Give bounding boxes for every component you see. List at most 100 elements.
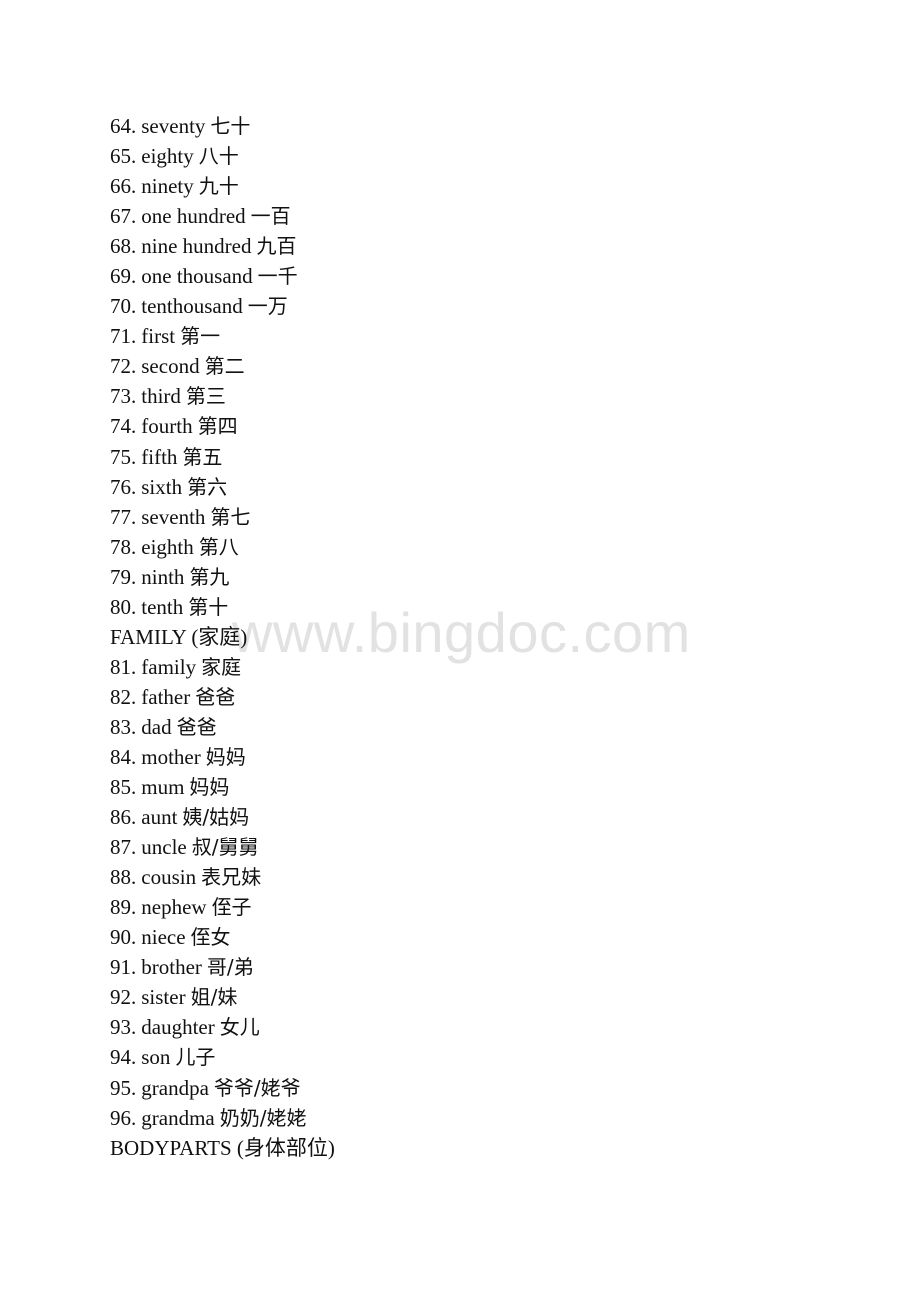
english-word: nephew [141, 895, 207, 920]
vocab-item: 92. sister 姐/妹 [110, 982, 335, 1012]
english-word: grandma [141, 1105, 215, 1130]
vocab-item: 84. mother 妈妈 [110, 742, 335, 772]
chinese-translation: 八十 [198, 144, 239, 169]
vocab-item: 69. one thousand 一千 [110, 261, 335, 291]
chinese-translation: 侄子 [211, 895, 252, 920]
item-number: 65. [110, 144, 137, 169]
english-word: sixth [141, 474, 183, 499]
english-word: ninety [141, 174, 194, 199]
english-word: mother [141, 744, 201, 769]
chinese-translation: 哥/弟 [206, 955, 254, 980]
chinese-translation: 一万 [247, 294, 288, 319]
chinese-translation: 第二 [204, 354, 245, 379]
chinese-translation: 表兄妹 [201, 865, 262, 890]
english-word: father [141, 684, 191, 709]
section-heading-text: FAMILY (家庭) [110, 624, 248, 649]
vocab-item: 70. tenthousand 一万 [110, 291, 335, 321]
english-word: daughter [141, 1015, 215, 1040]
vocab-item: 68. nine hundred 九百 [110, 231, 335, 261]
chinese-translation: 一百 [250, 204, 291, 229]
english-word: seventh [141, 504, 206, 529]
item-number: 80. [110, 594, 137, 619]
english-word: sister [141, 985, 186, 1010]
chinese-translation: 一千 [257, 264, 298, 289]
vocab-item: 89. nephew 侄子 [110, 892, 335, 922]
english-word: one hundred [141, 204, 246, 229]
vocab-item: 76. sixth 第六 [110, 472, 335, 502]
vocab-item: 91. brother 哥/弟 [110, 952, 335, 982]
chinese-translation: 九十 [198, 174, 239, 199]
item-number: 72. [110, 354, 137, 379]
item-number: 76. [110, 474, 137, 499]
english-word: fifth [141, 444, 178, 469]
vocab-item: 85. mum 妈妈 [110, 772, 335, 802]
english-word: first [141, 324, 176, 349]
english-word: tenth [141, 594, 184, 619]
english-word: aunt [141, 805, 178, 830]
vocab-item: 87. uncle 叔/舅舅 [110, 832, 335, 862]
item-number: 84. [110, 744, 137, 769]
vocab-item: 64. seventy 七十 [110, 111, 335, 141]
vocab-item: 67. one hundred 一百 [110, 201, 335, 231]
item-number: 64. [110, 114, 137, 138]
item-number: 75. [110, 444, 137, 469]
item-number: 82. [110, 684, 137, 709]
chinese-translation: 妈妈 [205, 744, 246, 769]
english-word: seventy [141, 114, 206, 138]
item-number: 68. [110, 234, 137, 259]
chinese-translation: 叔/舅舅 [191, 835, 259, 860]
english-word: grandpa [141, 1075, 209, 1100]
english-word: one thousand [141, 264, 253, 289]
chinese-translation: 第四 [197, 414, 238, 439]
english-word: dad [141, 714, 172, 739]
item-number: 70. [110, 294, 137, 319]
english-word: eighty [141, 144, 194, 169]
vocab-item: 83. dad 爸爸 [110, 712, 335, 742]
section-heading: BODYPARTS (身体部位) [110, 1133, 335, 1163]
item-number: 81. [110, 654, 137, 679]
chinese-translation: 爸爸 [195, 684, 236, 709]
chinese-translation: 第五 [182, 444, 223, 469]
vocab-item: 80. tenth 第十 [110, 592, 335, 622]
chinese-translation: 第一 [180, 324, 221, 349]
english-word: tenthousand [141, 294, 243, 319]
chinese-translation: 七十 [210, 114, 251, 138]
item-number: 79. [110, 564, 137, 589]
item-number: 83. [110, 714, 137, 739]
section-heading: FAMILY (家庭) [110, 622, 335, 652]
english-word: family [141, 654, 197, 679]
item-number: 89. [110, 895, 137, 920]
vocab-item: 74. fourth 第四 [110, 411, 335, 441]
item-number: 88. [110, 865, 137, 890]
chinese-translation: 第八 [198, 534, 239, 559]
item-number: 90. [110, 925, 137, 950]
item-number: 78. [110, 534, 137, 559]
english-word: cousin [141, 865, 197, 890]
vocab-item: 72. second 第二 [110, 351, 335, 381]
section-heading-text: BODYPARTS (身体部位) [110, 1135, 335, 1160]
english-word: brother [141, 955, 202, 980]
item-number: 93. [110, 1015, 137, 1040]
vocab-item: 93. daughter 女儿 [110, 1012, 335, 1042]
item-number: 87. [110, 835, 137, 860]
item-number: 95. [110, 1075, 137, 1100]
item-number: 69. [110, 264, 137, 289]
item-number: 66. [110, 174, 137, 199]
item-number: 71. [110, 324, 137, 349]
english-word: eighth [141, 534, 194, 559]
item-number: 73. [110, 384, 137, 409]
english-word: second [141, 354, 200, 379]
vocab-item: 90. niece 侄女 [110, 922, 335, 952]
vocabulary-list: 64. seventy 七十 65. eighty 八十 66. ninety 九十 67. one… [110, 111, 335, 1163]
chinese-translation: 女儿 [219, 1015, 260, 1040]
item-number: 96. [110, 1105, 137, 1130]
chinese-translation: 第七 [210, 504, 251, 529]
vocab-item: 78. eighth 第八 [110, 532, 335, 562]
item-number: 85. [110, 775, 137, 800]
english-word: ninth [141, 564, 185, 589]
english-word: son [141, 1045, 171, 1070]
english-word: fourth [141, 414, 193, 439]
chinese-translation: 第六 [187, 474, 228, 499]
chinese-translation: 第三 [185, 384, 226, 409]
vocab-item: 86. aunt 姨/姑妈 [110, 802, 335, 832]
